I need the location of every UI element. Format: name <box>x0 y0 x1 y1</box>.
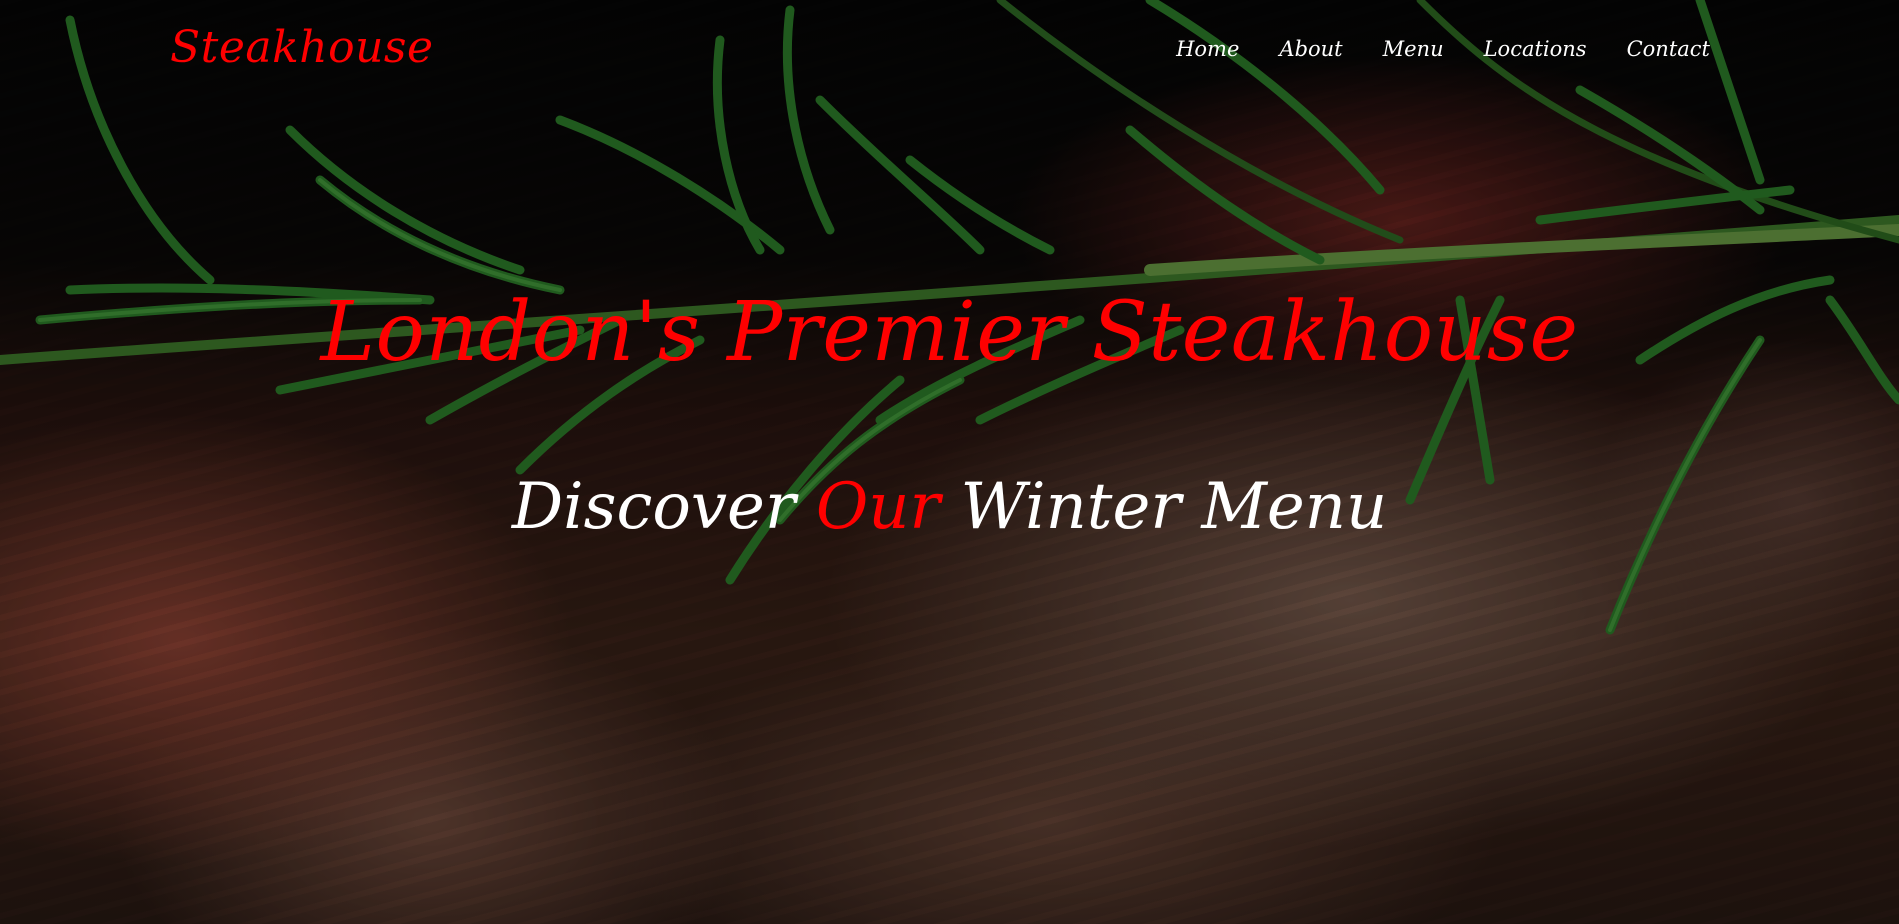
nav-link-locations[interactable]: Locations <box>1484 37 1587 61</box>
nav-menu: Home About Menu Locations Contact <box>1176 37 1710 61</box>
top-navbar: Steakhouse Home About Menu Locations Con… <box>0 0 1899 100</box>
nav-link-menu[interactable]: Menu <box>1383 37 1444 61</box>
hero-dark-overlay <box>0 0 1899 924</box>
nav-link-contact[interactable]: Contact <box>1627 37 1710 61</box>
hero-title: London's Premier Steakhouse <box>320 285 1579 380</box>
hero-subtitle: Discover Our Winter Menu <box>0 470 1899 544</box>
nav-link-about[interactable]: About <box>1279 37 1342 61</box>
brand-logo-text[interactable]: Steakhouse <box>170 22 434 73</box>
hero-subtitle-lead: Discover <box>511 470 816 544</box>
hero-section: Steakhouse Home About Menu Locations Con… <box>0 0 1899 924</box>
hero-subtitle-highlight: Our <box>815 470 941 544</box>
nav-link-home[interactable]: Home <box>1176 37 1239 61</box>
hero-subtitle-tail: Winter Menu <box>940 470 1388 544</box>
